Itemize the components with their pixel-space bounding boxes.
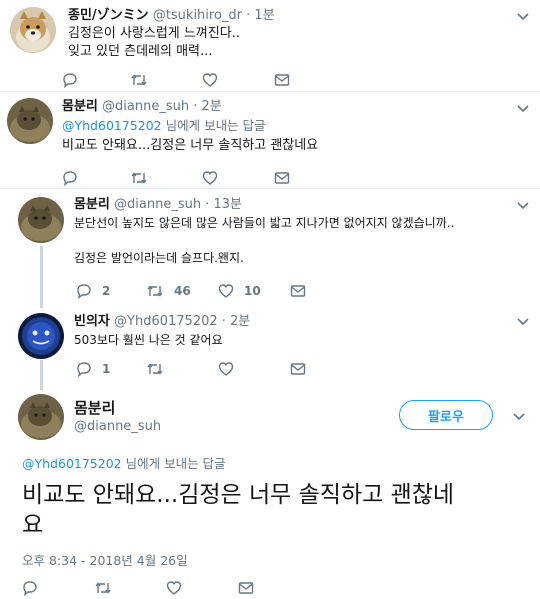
envelope-icon <box>238 582 254 594</box>
tweet-text-line: 요 <box>22 512 44 538</box>
action-bar <box>62 168 322 188</box>
tweet-text-line: 비교도 안돼요...김정은 너무 솔직하고 괜찮네 <box>22 482 455 508</box>
direct-message-button[interactable] <box>274 70 290 90</box>
retweet-button[interactable] <box>130 168 148 188</box>
tweet-header: 몸분리 @dianne_suh · 2분 <box>62 98 222 115</box>
user-handle[interactable]: @tsukihiro_dr <box>153 8 242 23</box>
heart-icon <box>202 73 218 87</box>
avatar[interactable] <box>7 98 53 144</box>
reply-button[interactable] <box>62 70 78 90</box>
reply-button[interactable] <box>62 168 78 188</box>
action-bar: 2 46 10 <box>76 281 336 301</box>
like-button[interactable] <box>218 359 234 379</box>
reply-icon <box>63 171 77 186</box>
reply-icon <box>23 581 37 596</box>
display-name[interactable]: 몸분리 <box>62 99 98 114</box>
tweet-header: 빈의자 @Yhd60175202 · 2분 <box>74 313 250 330</box>
envelope-icon <box>274 74 290 86</box>
tweet-text: 503보다 훨씬 나은 것 같어요 <box>74 333 223 347</box>
retweet-icon <box>131 74 147 86</box>
action-bar: 1 <box>76 359 336 379</box>
reply-mention-link[interactable]: @Yhd60175202 <box>62 118 162 133</box>
action-bar <box>22 578 282 598</box>
like-button[interactable] <box>202 70 218 90</box>
heart-icon <box>166 581 182 595</box>
user-handle[interactable]: @Yhd60175202 <box>114 314 218 329</box>
direct-message-button[interactable] <box>290 359 306 379</box>
chevron-down-icon[interactable] <box>515 100 531 116</box>
chevron-down-icon[interactable] <box>515 8 531 24</box>
retweet-icon <box>147 363 163 375</box>
tweet-datetime[interactable]: 오후 8:34 - 2018년 4월 26일 <box>22 550 188 569</box>
retweet-button[interactable] <box>146 359 164 379</box>
reply-button[interactable]: 1 <box>76 359 110 379</box>
retweet-button[interactable] <box>130 70 148 90</box>
retweet-count: 46 <box>174 284 191 298</box>
reply-icon <box>77 362 91 377</box>
timestamp[interactable]: · 2분 <box>222 314 251 329</box>
chevron-down-icon[interactable] <box>515 313 531 329</box>
avatar[interactable] <box>18 313 64 359</box>
user-handle[interactable]: @dianne_suh <box>114 197 201 212</box>
reply-button[interactable]: 2 <box>76 281 110 301</box>
main-tweet: 몸분리 @dianne_suh 팔로우 @Yhd60175202 님에게 보내는… <box>0 388 540 599</box>
timestamp[interactable]: · 2분 <box>193 99 222 114</box>
heart-icon <box>218 284 234 298</box>
retweet-icon <box>95 582 111 594</box>
avatar[interactable] <box>18 197 64 243</box>
tweet-text-line: 잊고 있던 츤데레의 매력... <box>68 44 213 59</box>
tweet-3[interactable]: 몸분리 @dianne_suh · 13분 분단선이 높지도 않은데 많은 사람… <box>0 189 540 304</box>
reply-suffix: 님에게 보내는 답글 <box>121 456 226 471</box>
like-button[interactable] <box>202 168 218 188</box>
reply-context: @Yhd60175202 님에게 보내는 답글 <box>62 117 266 134</box>
direct-message-button[interactable] <box>290 281 306 301</box>
avatar[interactable] <box>10 7 56 53</box>
follow-button[interactable]: 팔로우 <box>399 400 493 430</box>
like-count: 10 <box>244 284 261 298</box>
reply-context: @Yhd60175202 님에게 보내는 답글 <box>22 455 226 472</box>
timestamp[interactable]: · 1분 <box>246 8 275 23</box>
reply-icon <box>77 284 91 299</box>
heart-icon <box>218 362 234 376</box>
like-button[interactable]: 10 <box>218 281 261 301</box>
tweet-text-line: 분단선이 높지도 않은데 많은 사람들이 밟고 지나가면 없어지지 않겠습니까.… <box>74 216 455 230</box>
tweet-text-line: 김정은 발언이라는데 슬프다.왠지. <box>74 251 244 265</box>
display-name[interactable]: 몸분리 <box>74 197 110 212</box>
tweet-1[interactable]: 종민/ゾンミン @tsukihiro_dr · 1분 김정은이 사랑스럽게 느껴… <box>0 0 540 90</box>
tweet-text: 비교도 안돼요...김정은 너무 솔직하고 괜찮네요 <box>62 138 319 153</box>
direct-message-button[interactable] <box>238 578 254 598</box>
user-handle[interactable]: @dianne_suh <box>102 99 189 114</box>
retweet-button[interactable]: 46 <box>146 281 191 301</box>
chevron-down-icon[interactable] <box>511 408 527 424</box>
retweet-icon <box>147 285 163 297</box>
envelope-icon <box>290 285 306 297</box>
display-name[interactable]: 빈의자 <box>74 314 110 329</box>
tweet-header: 몸분리 @dianne_suh · 13분 <box>74 196 242 213</box>
tweet-header: 종민/ゾンミン @tsukihiro_dr · 1분 <box>68 7 275 24</box>
tweet-4[interactable]: 빈의자 @Yhd60175202 · 2분 503보다 훨씬 나은 것 같어요 … <box>0 305 540 385</box>
envelope-icon <box>290 363 306 375</box>
user-handle[interactable]: @dianne_suh <box>74 418 161 435</box>
chevron-down-icon[interactable] <box>515 197 531 213</box>
avatar[interactable] <box>18 394 64 440</box>
reply-suffix: 님에게 보내는 답글 <box>161 118 266 133</box>
reply-button[interactable] <box>22 578 38 598</box>
timestamp[interactable]: · 13분 <box>205 197 242 212</box>
envelope-icon <box>274 172 290 184</box>
like-button[interactable] <box>166 578 182 598</box>
tweet-2[interactable]: 몸분리 @dianne_suh · 2분 @Yhd60175202 님에게 보내… <box>0 92 540 187</box>
tweet-text-line: 김정은이 사랑스럽게 느껴진다.. <box>68 26 241 41</box>
reply-mention-link[interactable]: @Yhd60175202 <box>22 456 122 471</box>
reply-icon <box>63 73 77 88</box>
display-name[interactable]: 몸분리 <box>74 398 115 418</box>
action-bar <box>62 70 322 90</box>
retweet-button[interactable] <box>94 578 112 598</box>
reply-count: 2 <box>102 284 111 298</box>
display-name[interactable]: 종민/ゾンミン <box>68 8 149 23</box>
heart-icon <box>202 171 218 185</box>
reply-count: 1 <box>102 362 111 376</box>
direct-message-button[interactable] <box>274 168 290 188</box>
retweet-icon <box>131 172 147 184</box>
